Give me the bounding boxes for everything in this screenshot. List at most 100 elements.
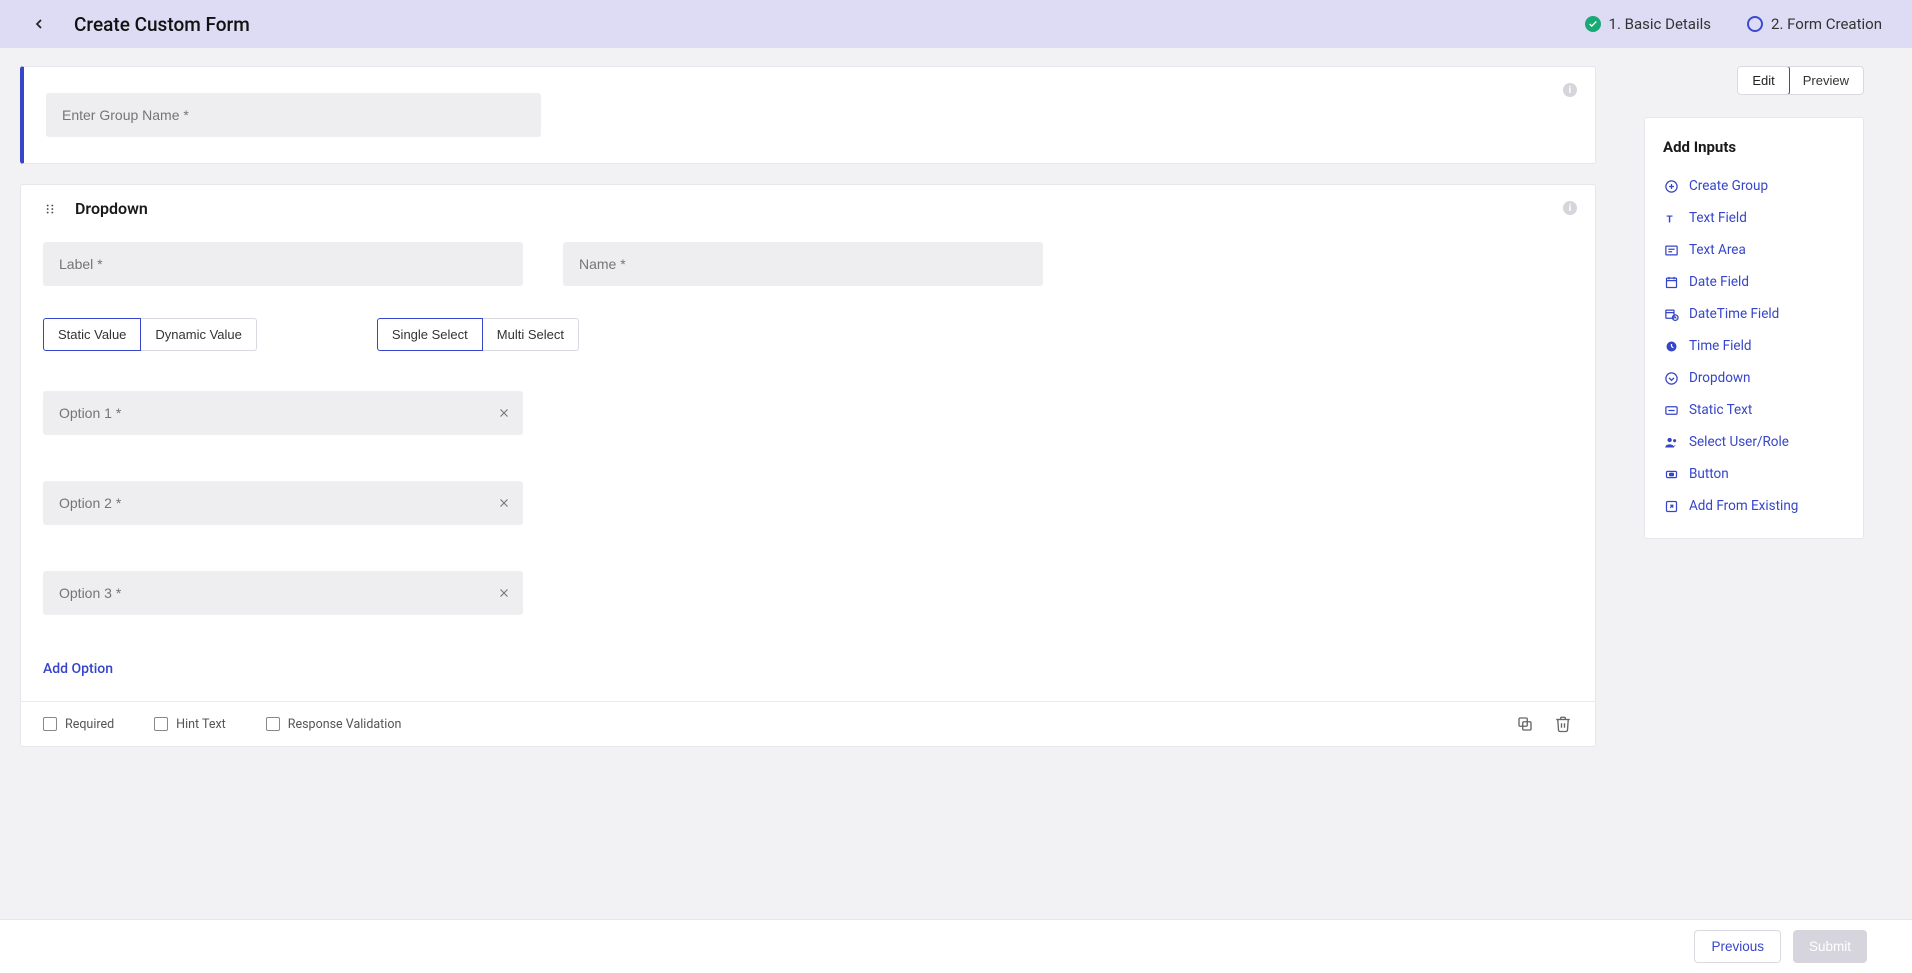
close-icon	[497, 586, 511, 600]
step-form-creation[interactable]: 2. Form Creation	[1747, 15, 1882, 33]
checkbox-icon	[43, 717, 57, 731]
dynamic-value-button[interactable]: Dynamic Value	[141, 318, 256, 351]
drag-handle-icon[interactable]	[43, 202, 57, 216]
edit-preview-toggle: Edit Preview	[1737, 66, 1864, 95]
remove-option-button[interactable]	[495, 404, 513, 422]
remove-option-button[interactable]	[495, 494, 513, 512]
multi-select-button[interactable]: Multi Select	[483, 318, 579, 351]
sidebar-item-time-field[interactable]: Time Field	[1663, 338, 1845, 354]
response-validation-checkbox[interactable]: Response Validation	[266, 717, 402, 732]
svg-text:T: T	[1666, 214, 1672, 225]
option-input[interactable]	[43, 481, 523, 525]
label-name-row	[43, 242, 1573, 286]
header-left: Create Custom Form	[30, 13, 250, 36]
previous-button[interactable]: Previous	[1694, 930, 1781, 963]
sidebar-item-button[interactable]: Button	[1663, 466, 1845, 482]
preview-mode-button[interactable]: Preview	[1789, 67, 1863, 94]
group-card[interactable]: i	[20, 66, 1596, 164]
info-icon[interactable]: i	[1563, 201, 1577, 215]
dropdown-card[interactable]: i Dropdown Static Value Dynamic Value Si…	[20, 184, 1596, 747]
dropdown-header: Dropdown	[43, 199, 1573, 218]
option-row	[43, 571, 523, 615]
text-icon: T	[1663, 210, 1679, 226]
content-area: i i Dropdown Static Value Dynamic Value	[0, 48, 1912, 767]
close-icon	[497, 496, 511, 510]
checkbox-label: Hint Text	[176, 717, 226, 732]
dropdown-icon	[1663, 370, 1679, 386]
step-label: 2. Form Creation	[1771, 15, 1882, 33]
label-input[interactable]	[43, 242, 523, 286]
edit-mode-button[interactable]: Edit	[1737, 66, 1789, 95]
plus-circle-icon	[1663, 178, 1679, 194]
single-select-button[interactable]: Single Select	[377, 318, 483, 351]
right-column: Edit Preview Add Inputs Create Group T T…	[1644, 66, 1864, 539]
sidebar-item-text-area[interactable]: Text Area	[1663, 242, 1845, 258]
textarea-icon	[1663, 242, 1679, 258]
name-input[interactable]	[563, 242, 1043, 286]
button-icon	[1663, 466, 1679, 482]
remove-option-button[interactable]	[495, 584, 513, 602]
sidebar-item-label: DateTime Field	[1689, 306, 1779, 322]
sidebar-item-datetime-field[interactable]: DateTime Field	[1663, 306, 1845, 322]
info-icon[interactable]: i	[1563, 83, 1577, 97]
sidebar-item-create-group[interactable]: Create Group	[1663, 178, 1845, 194]
add-existing-icon	[1663, 498, 1679, 514]
step-label: 1. Basic Details	[1609, 15, 1711, 33]
time-icon	[1663, 338, 1679, 354]
static-value-button[interactable]: Static Value	[43, 318, 141, 351]
checkbox-label: Response Validation	[288, 717, 402, 732]
option-input[interactable]	[43, 391, 523, 435]
edit-preview-wrap: Edit Preview	[1644, 66, 1864, 95]
panel-heading: Add Inputs	[1663, 138, 1845, 156]
datetime-icon	[1663, 306, 1679, 322]
checkbox-icon	[154, 717, 168, 731]
check-circle-icon	[1585, 16, 1601, 32]
close-icon	[497, 406, 511, 420]
sidebar-item-label: Button	[1689, 466, 1729, 482]
page-title: Create Custom Form	[74, 13, 250, 36]
dropdown-title: Dropdown	[75, 199, 148, 218]
bottom-bar: Previous Submit	[0, 919, 1912, 973]
sidebar-item-select-user[interactable]: Select User/Role	[1663, 434, 1845, 450]
checkbox-icon	[266, 717, 280, 731]
add-option-button[interactable]: Add Option	[43, 661, 113, 677]
step-basic-details[interactable]: 1. Basic Details	[1585, 15, 1711, 33]
sidebar-item-label: Create Group	[1689, 178, 1768, 194]
sidebar-item-label: Text Field	[1689, 210, 1747, 226]
select-type-toggle: Single Select Multi Select	[377, 318, 579, 351]
option-input[interactable]	[43, 571, 523, 615]
sidebar-item-date-field[interactable]: Date Field	[1663, 274, 1845, 290]
submit-button[interactable]: Submit	[1793, 930, 1867, 963]
group-name-input[interactable]	[46, 93, 541, 137]
footer-actions	[1515, 714, 1573, 734]
sidebar-item-dropdown[interactable]: Dropdown	[1663, 370, 1845, 386]
user-role-icon	[1663, 434, 1679, 450]
checkbox-label: Required	[65, 717, 114, 732]
hint-text-checkbox[interactable]: Hint Text	[154, 717, 226, 732]
sidebar-item-label: Static Text	[1689, 402, 1752, 418]
sidebar-item-label: Text Area	[1689, 242, 1746, 258]
trash-icon	[1554, 715, 1572, 733]
static-text-icon	[1663, 402, 1679, 418]
add-inputs-panel: Add Inputs Create Group T Text Field Tex…	[1644, 117, 1864, 539]
sidebar-item-text-field[interactable]: T Text Field	[1663, 210, 1845, 226]
sidebar-item-label: Dropdown	[1689, 370, 1751, 386]
segment-row: Static Value Dynamic Value Single Select…	[43, 318, 1573, 351]
circle-outline-icon	[1747, 16, 1763, 32]
required-checkbox[interactable]: Required	[43, 717, 114, 732]
back-button[interactable]	[30, 15, 48, 33]
chevron-left-icon	[31, 16, 47, 32]
card-footer: Required Hint Text Response Validation	[21, 701, 1595, 746]
option-row	[43, 391, 523, 435]
sidebar-item-static-text[interactable]: Static Text	[1663, 402, 1845, 418]
duplicate-button[interactable]	[1515, 714, 1535, 734]
sidebar-item-label: Date Field	[1689, 274, 1749, 290]
option-row	[43, 481, 523, 525]
sidebar-item-label: Time Field	[1689, 338, 1751, 354]
footer-checks: Required Hint Text Response Validation	[43, 717, 401, 732]
app-header: Create Custom Form 1. Basic Details 2. F…	[0, 0, 1912, 48]
delete-button[interactable]	[1553, 714, 1573, 734]
value-type-toggle: Static Value Dynamic Value	[43, 318, 257, 351]
sidebar-item-add-existing[interactable]: Add From Existing	[1663, 498, 1845, 514]
form-canvas: i i Dropdown Static Value Dynamic Value	[20, 66, 1596, 767]
